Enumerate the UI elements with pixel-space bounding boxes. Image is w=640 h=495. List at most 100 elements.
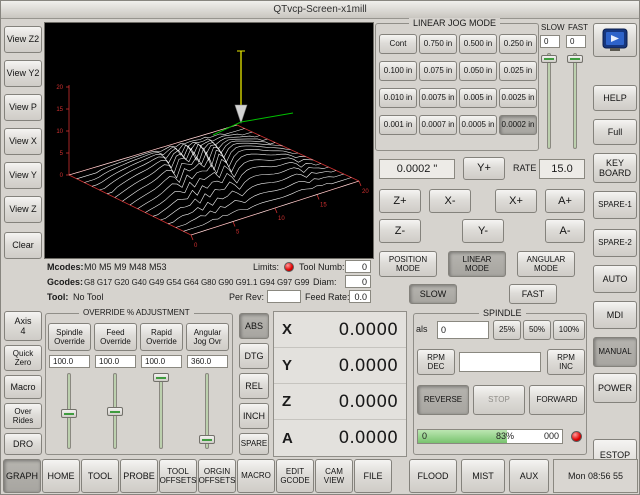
spindle-50pct-button[interactable]: 50% bbox=[523, 320, 551, 340]
rapid-override-slider-handle[interactable] bbox=[153, 373, 169, 382]
angular-override-button[interactable]: Angular Jog Ovr bbox=[186, 323, 229, 351]
jog-increment-00075[interactable]: 0.0075 in bbox=[419, 88, 457, 108]
shutdown-button[interactable] bbox=[593, 23, 637, 57]
cam-view-tab-button[interactable]: CAM VIEW bbox=[315, 459, 353, 493]
position-mode-button[interactable]: POSITION MODE bbox=[379, 251, 437, 277]
angular-override-value[interactable]: 360.0 bbox=[187, 355, 228, 368]
spindle-stop-button[interactable]: STOP bbox=[473, 385, 525, 415]
jog-y-minus-button[interactable]: Y- bbox=[462, 219, 504, 243]
slow-rate-button[interactable]: SLOW bbox=[409, 284, 457, 304]
spindle-override-slider-handle[interactable] bbox=[61, 409, 77, 418]
jog-a-plus-button[interactable]: A+ bbox=[545, 189, 585, 213]
feed-override-button[interactable]: Feed Override bbox=[94, 323, 137, 351]
dro-dtg-button[interactable]: DTG bbox=[239, 343, 269, 369]
fast-rate-button[interactable]: FAST bbox=[509, 284, 557, 304]
feed-override-value[interactable]: 100.0 bbox=[95, 355, 136, 368]
jog-z-plus-button[interactable]: Z+ bbox=[379, 189, 421, 213]
rapid-override-value[interactable]: 100.0 bbox=[141, 355, 182, 368]
slow-slider-track[interactable] bbox=[547, 53, 551, 149]
graph-tab-button[interactable]: GRAPH bbox=[3, 459, 41, 493]
tool-number-entry[interactable]: 0 bbox=[345, 260, 371, 273]
jog-increment-0001[interactable]: 0.001 in bbox=[379, 115, 417, 135]
jog-increment-0025[interactable]: 0.025 in bbox=[499, 61, 537, 81]
rpm-dec-button[interactable]: RPM DEC bbox=[417, 349, 455, 375]
feed-override-slider-handle[interactable] bbox=[107, 407, 123, 416]
macro-panel-button[interactable]: Macro bbox=[4, 375, 42, 399]
spare1-button[interactable]: SPARE-1 bbox=[593, 191, 637, 219]
jog-increment-cont[interactable]: Cont bbox=[379, 34, 417, 54]
tool-tab-button[interactable]: TOOL bbox=[81, 459, 119, 493]
macro-tab-button[interactable]: MACRO bbox=[237, 459, 275, 493]
manual-mode-button[interactable]: MANUAL bbox=[593, 337, 637, 367]
mdi-mode-button[interactable]: MDI bbox=[593, 301, 637, 329]
jog-increment-0075[interactable]: 0.075 in bbox=[419, 61, 457, 81]
fast-slider-handle[interactable] bbox=[567, 55, 583, 63]
spindle-speed-entry[interactable]: 0 bbox=[437, 321, 489, 339]
view-y2-button[interactable]: View Y2 bbox=[4, 60, 42, 87]
view-z2-button[interactable]: View Z2 bbox=[4, 26, 42, 53]
dro-inch-button[interactable]: INCH bbox=[239, 403, 269, 429]
jog-increment-0250[interactable]: 0.250 in bbox=[499, 34, 537, 54]
rpm-inc-button[interactable]: RPM INC bbox=[547, 349, 585, 375]
linear-mode-button[interactable]: LINEAR MODE bbox=[448, 251, 506, 277]
spare2-button[interactable]: SPARE-2 bbox=[593, 229, 637, 257]
home-tab-button[interactable]: HOME bbox=[42, 459, 80, 493]
spindle-100pct-button[interactable]: 100% bbox=[553, 320, 585, 340]
clear-plot-button[interactable]: Clear bbox=[4, 232, 42, 259]
title-bar[interactable]: QTvcp-Screen-x1mill bbox=[1, 1, 639, 19]
view-z-button[interactable]: View Z bbox=[4, 196, 42, 223]
fast-slider-track[interactable] bbox=[573, 53, 577, 149]
spindle-25pct-button[interactable]: 25% bbox=[493, 320, 521, 340]
aux-button[interactable]: AUX bbox=[509, 459, 549, 493]
edit-gcode-tab-button[interactable]: EDIT GCODE bbox=[276, 459, 314, 493]
angular-mode-button[interactable]: ANGULAR MODE bbox=[517, 251, 575, 277]
dro-spare-button[interactable]: SPARE bbox=[239, 433, 269, 455]
jog-increment-0010[interactable]: 0.010 in bbox=[379, 88, 417, 108]
spindle-forward-button[interactable]: FORWARD bbox=[529, 385, 585, 415]
dro-panel-button[interactable]: DRO bbox=[4, 433, 42, 455]
jog-increment-00007[interactable]: 0.0007 in bbox=[419, 115, 457, 135]
view-y-button[interactable]: View Y bbox=[4, 162, 42, 189]
fast-slider-value[interactable]: 0 bbox=[566, 35, 586, 48]
quick-zero-button[interactable]: Quick Zero bbox=[4, 345, 42, 371]
power-button[interactable]: POWER bbox=[593, 373, 637, 403]
tool-offsets-tab-button[interactable]: TOOL OFFSETS bbox=[159, 459, 197, 493]
slow-slider-value[interactable]: 0 bbox=[540, 35, 560, 48]
jog-y-plus-button[interactable]: Y+ bbox=[463, 157, 505, 180]
rapid-override-slider-track[interactable] bbox=[159, 373, 163, 449]
overrides-panel-button[interactable]: Over Rides bbox=[4, 403, 42, 429]
angular-override-slider-handle[interactable] bbox=[199, 435, 215, 444]
jog-increment-0750[interactable]: 0.750 in bbox=[419, 34, 457, 54]
jog-increment-0500[interactable]: 0.500 in bbox=[459, 34, 497, 54]
mist-button[interactable]: MIST bbox=[461, 459, 505, 493]
view-x-button[interactable]: View X bbox=[4, 128, 42, 155]
jog-increment-0050[interactable]: 0.050 in bbox=[459, 61, 497, 81]
spindle-override-button[interactable]: Spindle Override bbox=[48, 323, 91, 351]
auto-mode-button[interactable]: AUTO bbox=[593, 265, 637, 293]
gremlin-3d-preview[interactable]: 0055101015152020 bbox=[44, 22, 374, 259]
probe-tab-button[interactable]: PROBE bbox=[120, 459, 158, 493]
fullscreen-button[interactable]: Full bbox=[593, 119, 637, 145]
diameter-entry[interactable]: 0 bbox=[345, 275, 371, 288]
spindle-override-value[interactable]: 100.0 bbox=[49, 355, 90, 368]
help-button[interactable]: HELP bbox=[593, 85, 637, 111]
jog-x-minus-button[interactable]: X- bbox=[429, 189, 471, 213]
file-tab-button[interactable]: FILE bbox=[354, 459, 392, 493]
jog-increment-00002[interactable]: 0.0002 in bbox=[499, 115, 537, 135]
slow-slider-handle[interactable] bbox=[541, 55, 557, 63]
dro-abs-button[interactable]: ABS bbox=[239, 313, 269, 339]
origin-offsets-tab-button[interactable]: ORGIN OFFSETS bbox=[198, 459, 236, 493]
view-p-button[interactable]: View P bbox=[4, 94, 42, 121]
flood-button[interactable]: FLOOD bbox=[409, 459, 457, 493]
keyboard-button[interactable]: KEY BOARD bbox=[593, 153, 637, 183]
axis-select-button[interactable]: Axis 4 bbox=[4, 311, 42, 341]
per-rev-entry[interactable] bbox=[267, 290, 301, 303]
jog-increment-0005[interactable]: 0.005 in bbox=[459, 88, 497, 108]
jog-z-minus-button[interactable]: Z- bbox=[379, 219, 421, 243]
jog-increment-00005[interactable]: 0.0005 in bbox=[459, 115, 497, 135]
feed-rate-entry[interactable]: 0.0 bbox=[349, 290, 371, 303]
spindle-reverse-button[interactable]: REVERSE bbox=[417, 385, 469, 415]
jog-a-minus-button[interactable]: A- bbox=[545, 219, 585, 243]
dro-rel-button[interactable]: REL bbox=[239, 373, 269, 399]
jog-increment-0100[interactable]: 0.100 in bbox=[379, 61, 417, 81]
